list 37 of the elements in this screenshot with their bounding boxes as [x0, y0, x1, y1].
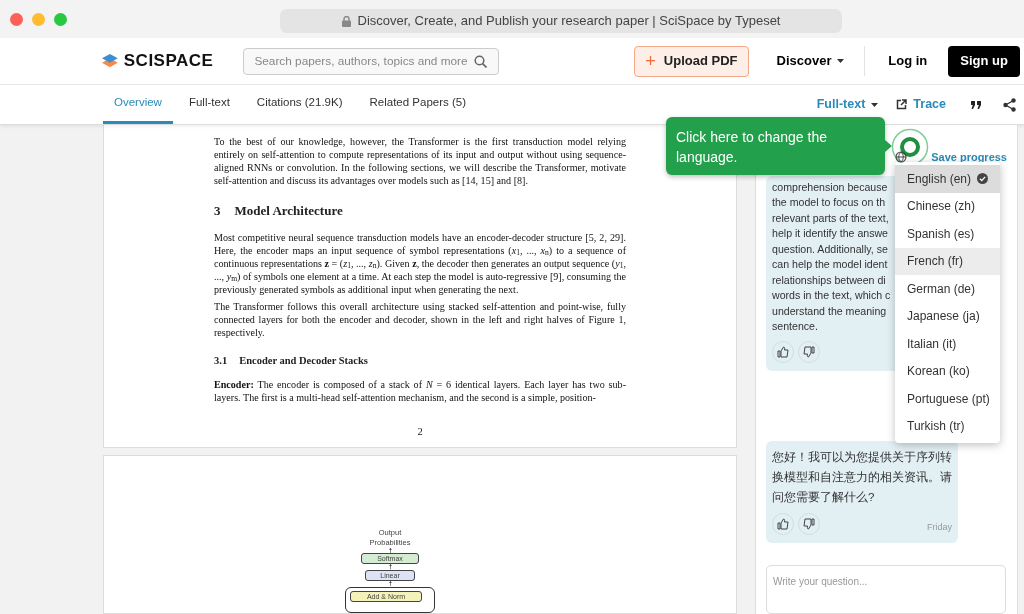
tab[interactable]: Full-text: [177, 85, 241, 124]
tooltip: Click here to change the language.: [666, 117, 885, 175]
section-heading: Model Architecture: [234, 202, 343, 220]
discover-menu[interactable]: Discover: [776, 51, 845, 71]
language-option[interactable]: Portuguese (pt): [895, 385, 1000, 413]
page-number: 2: [416, 425, 424, 440]
language-option[interactable]: Korean (ko): [895, 357, 1000, 385]
language-option[interactable]: Spanish (es): [895, 220, 1000, 248]
view-dropdown[interactable]: Full-text: [816, 95, 879, 114]
tab[interactable]: Citations (21.9K): [245, 85, 354, 124]
paper-paragraph: Most competitive neural sequence transduction models have an encoder-decoder structure [5, 2, 29]. Here, the encoder maps an input sequence of symbol representations (x$_{1}$, ..., x$_{n}$) to a sequence of continuous representations z = (z$_{1}$, ..., z$_{n}$). Given z, the decoder then generates an output sequence (y$_{1}$, ..., y$_{m}$) of symbols one element at a time. At each step the model is auto-regressive [9], consuming the previously generated symbols as additional input when generating the next.: [214, 230, 626, 296]
message-text: 您好！我可以为您提供关于序列转 换模型和自注意力的相关资讯。请 问您需要了解什么?: [772, 449, 952, 505]
trace-button[interactable]: Trace: [896, 95, 946, 114]
language-option[interactable]: English (en): [895, 165, 1000, 193]
paper-paragraph: The Transformer follows this overall architecture using stacked self-attention and point-wise, fully connected layers for both the encoder and decoder, shown in the left and right halves of Figure 1, respectively.: [214, 299, 626, 339]
tab[interactable]: Related Papers (5): [358, 85, 478, 124]
section-number: 3.1: [214, 353, 228, 368]
language-option[interactable]: Italian (it): [895, 330, 1000, 358]
language-option[interactable]: French (fr): [895, 247, 1000, 275]
language-option[interactable]: Chinese (zh): [895, 192, 1000, 220]
paper-paragraph: To the best of our knowledge, however, the Transformer is the first transduction model relying entirely on self-attention to compute representations of its input and output without using sequence-aligned RNNs or convolution. In the following sections, we will describe the Transformer, motivate self-attention and discuss its advantages over models such as [14, 15] and [8].: [214, 135, 626, 187]
save-progress-link[interactable]: Save progress: [931, 149, 1007, 166]
paper-paragraph: Encoder: The encoder is composed of a stack of N = 6 identical layers. Each layer has two sub-layers. The first is a multi-head self-attention mechanism, and the second is a simple, position-: [214, 378, 626, 405]
login-button[interactable]: Log in: [888, 51, 928, 71]
message-time: Friday: [927, 521, 952, 535]
section-number: 3: [214, 202, 221, 220]
language-option[interactable]: Japanese (ja): [895, 302, 1000, 330]
search-field[interactable]: Search papers, authors, topics and more: [243, 47, 500, 75]
message-text: comprehension because the model to focus on th relevant parts of the text, help it identify the answe question. Additionally, se can help the model ident relationships between di words in the text, which c understand the meaning sentence.: [772, 179, 891, 335]
signup-button[interactable]: Sign up: [948, 45, 1020, 77]
language-option[interactable]: German (de): [895, 275, 1000, 303]
language-option[interactable]: Turkish (tr): [895, 412, 1000, 440]
upload-button[interactable]: + Upload PDF: [634, 45, 749, 77]
question-field[interactable]: Write your question...: [766, 564, 1006, 614]
section-heading: Encoder and Decoder Stacks: [239, 353, 368, 368]
page-title: Discover, Create, and Publish your research paper | SciSpace by Typeset: [357, 12, 781, 31]
logo-text: SCISPACE: [123, 50, 214, 73]
